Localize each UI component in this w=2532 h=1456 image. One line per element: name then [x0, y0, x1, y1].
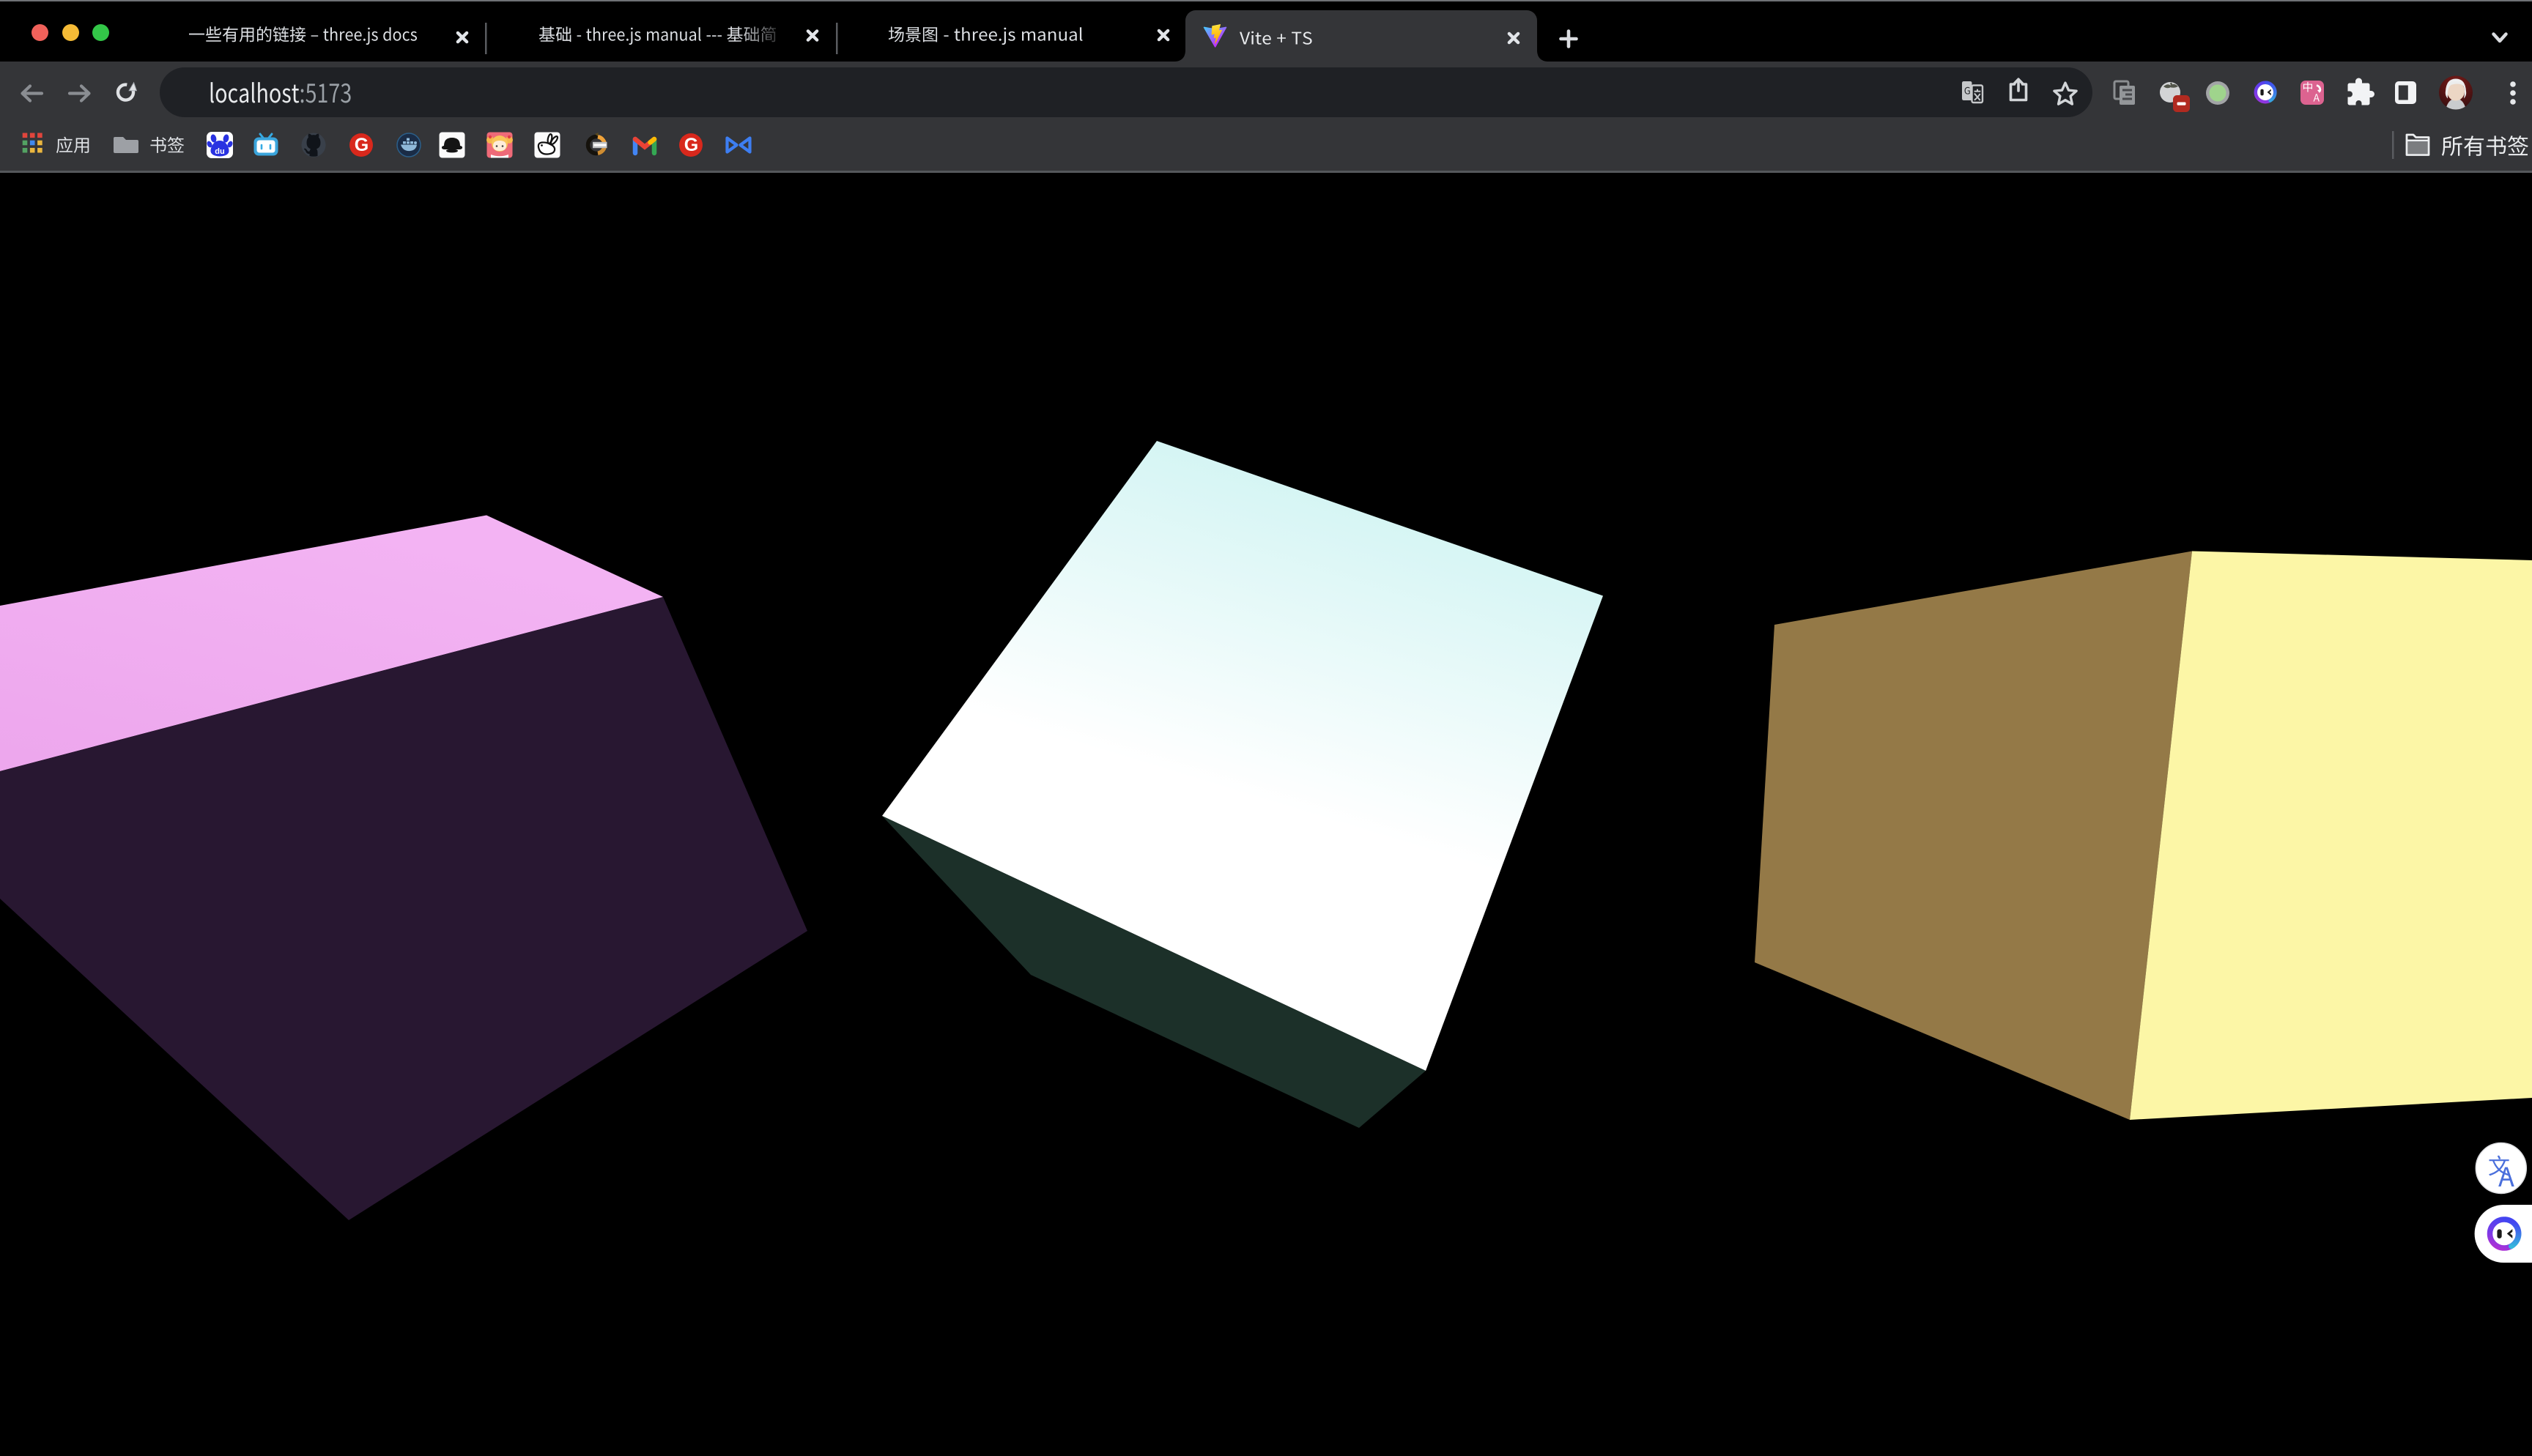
svg-text:G: G [355, 135, 369, 155]
svg-text:G: G [684, 135, 698, 155]
svg-text:du: du [215, 147, 224, 156]
